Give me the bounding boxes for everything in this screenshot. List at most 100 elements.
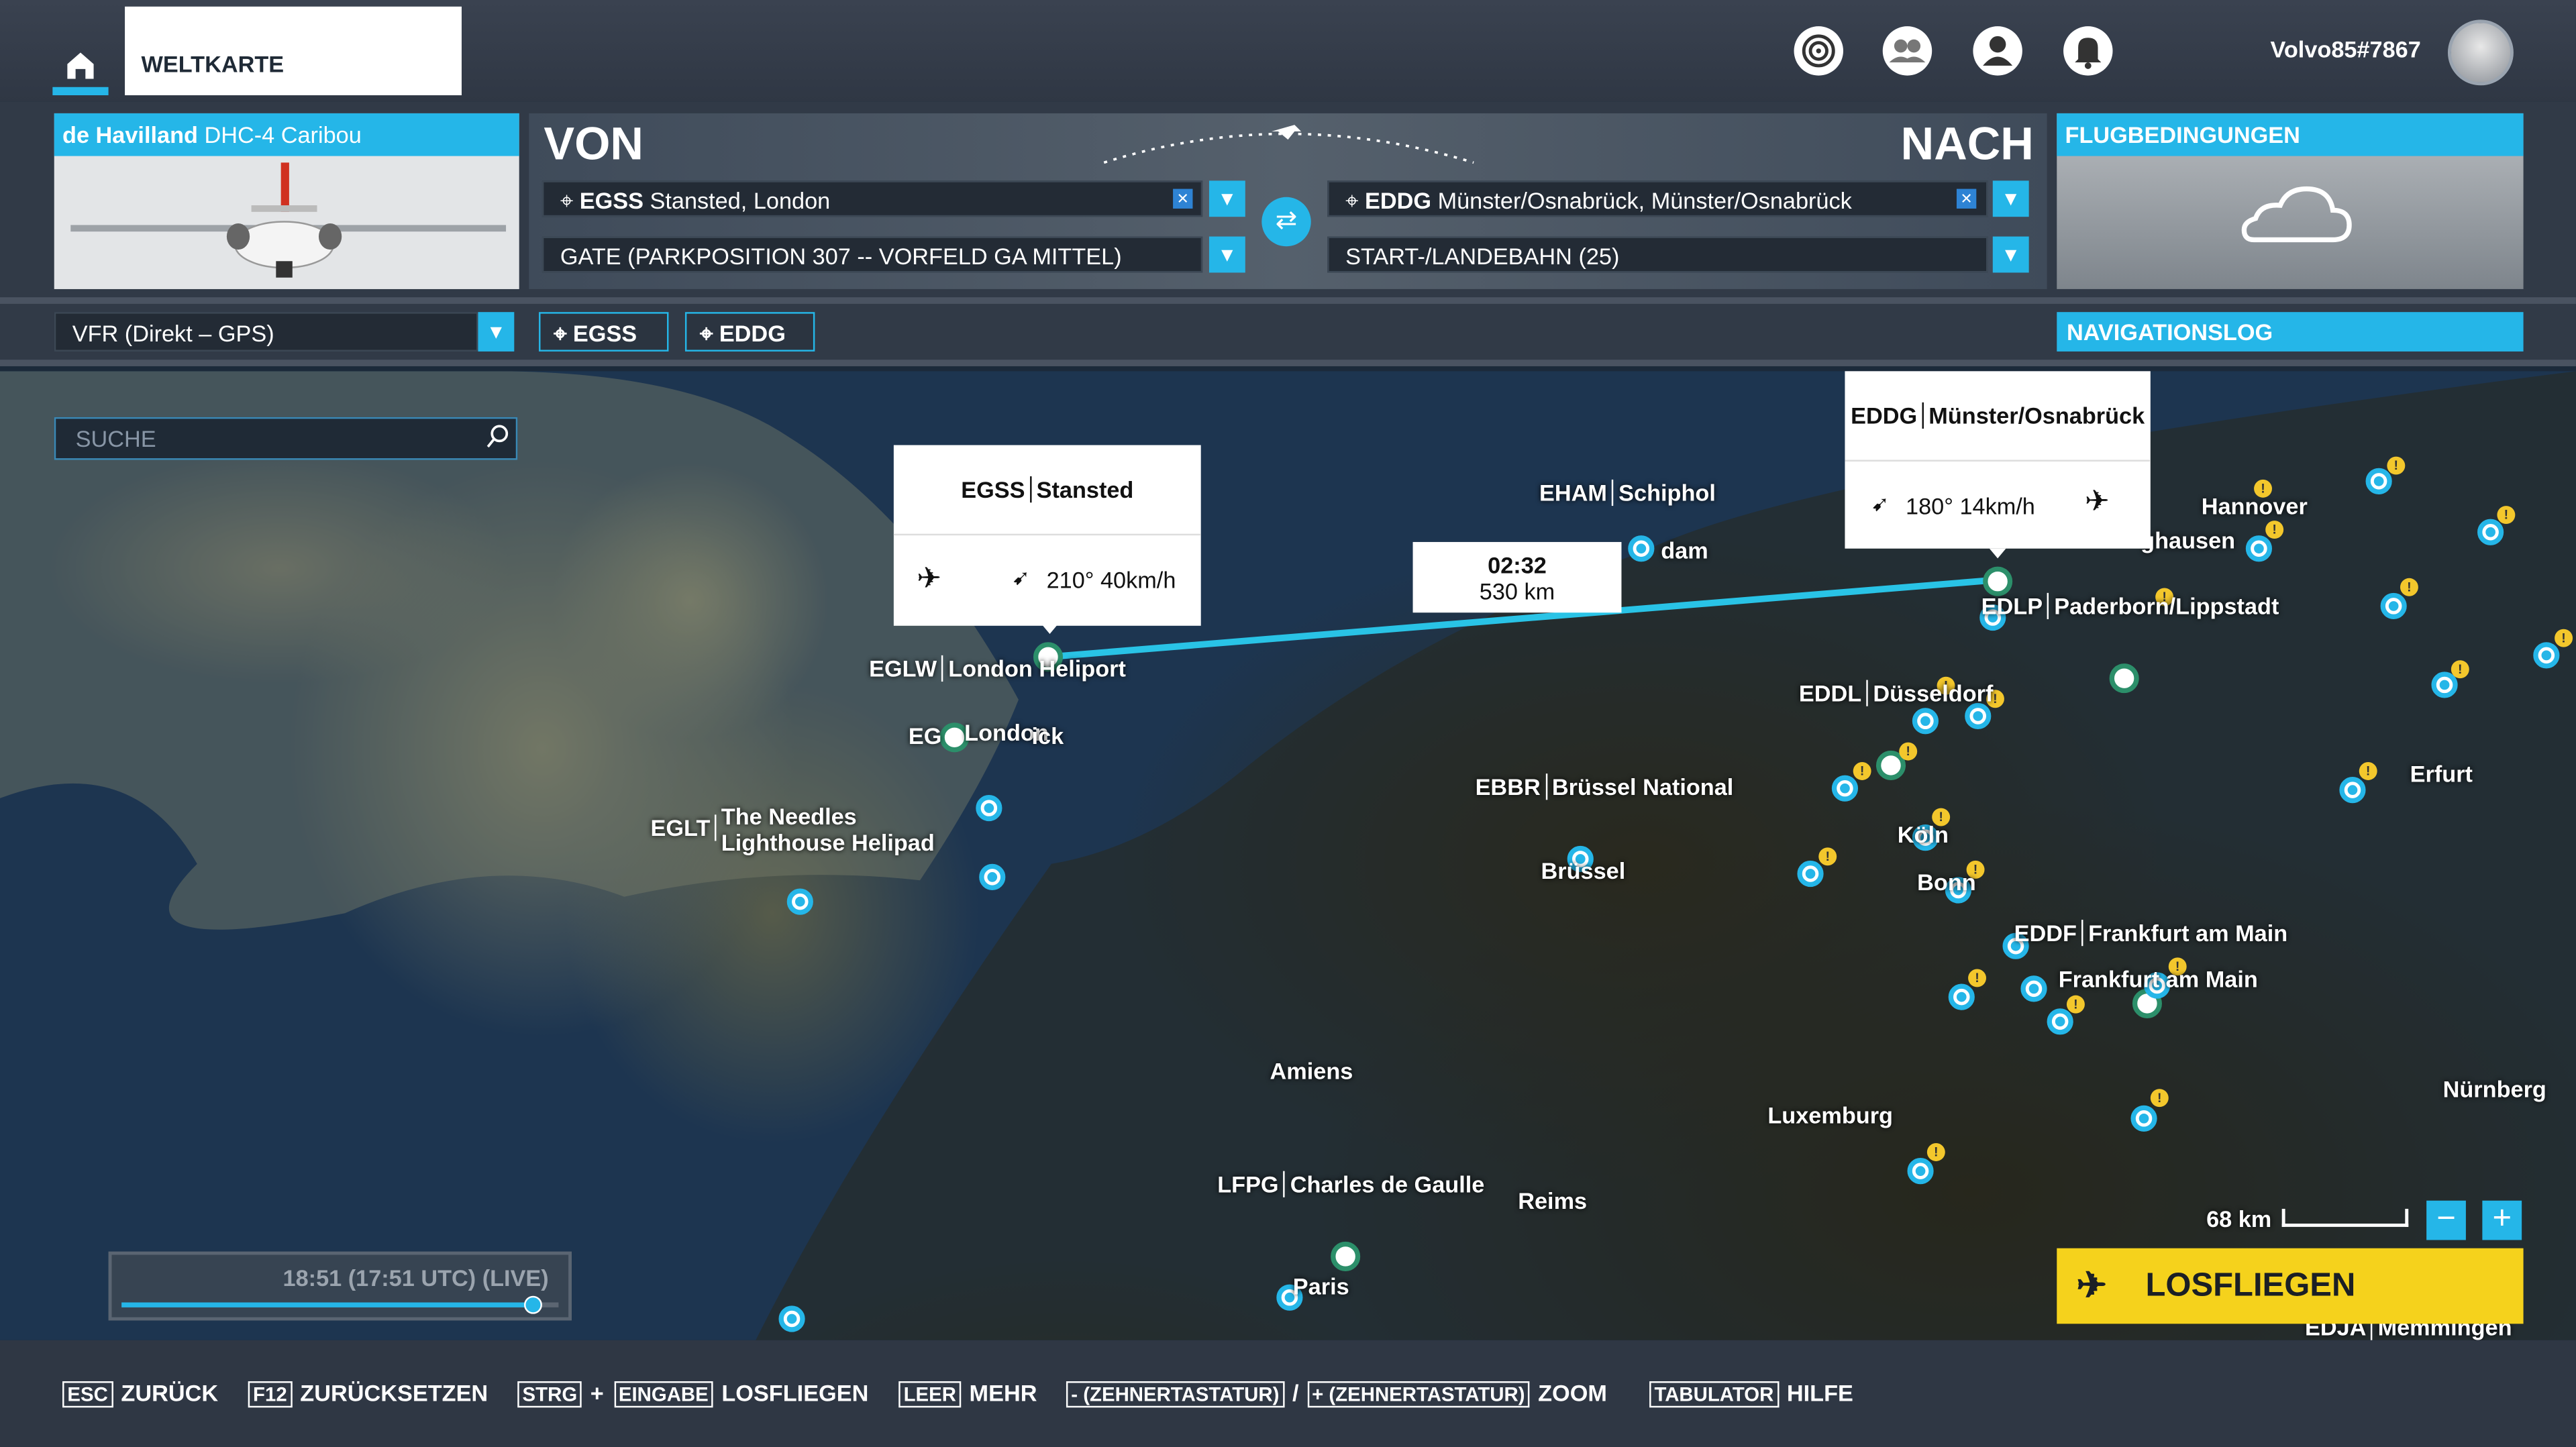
friends-icon[interactable] <box>1882 26 1933 76</box>
map-label-eham[interactable]: EHAM Schiphol <box>1539 479 1716 506</box>
runway-field[interactable]: START-/LANDEBAHN (25) <box>1327 236 1988 273</box>
world-map[interactable]: ! ! ! ! ! ! ! ! ! ! ! ! ! ! ! ! ! ! ! ! … <box>0 371 2576 1340</box>
weather-title: FLUGBEDINGUNGEN <box>2057 113 2524 156</box>
map-label-bonn[interactable]: Bonn <box>1917 869 1976 895</box>
map-label-koeln[interactable]: Köln <box>1898 821 1949 847</box>
avatar[interactable] <box>2447 19 2514 86</box>
map-pin[interactable] <box>1831 775 1859 802</box>
map-label-eddl[interactable]: EDDL Düsseldorf <box>1798 680 1993 706</box>
map-label-hannover[interactable]: Hannover <box>2202 492 2308 519</box>
time-panel[interactable]: 18:51 (17:51 UTC) (LIVE) <box>108 1251 572 1321</box>
map-label-lfpg[interactable]: LFPG Charles de Gaulle <box>1217 1171 1484 1197</box>
card-pointer <box>1041 624 1058 635</box>
arrival-airport-marker[interactable] <box>1983 566 2013 596</box>
search-input[interactable]: SUCHE <box>54 417 518 460</box>
warning-icon: ! <box>2387 456 2406 475</box>
hint-zoom[interactable]: - (ZEHNERTASTATUR) / + (ZEHNERTASTATUR) ZOO… <box>1066 1380 1607 1408</box>
arrival-airport-field[interactable]: ⌖ EDDG Münster/Osnabrück, Münster/Osnabr… <box>1327 180 1988 217</box>
map-label-hausen[interactable]: ghausen <box>2141 527 2235 553</box>
hint-back[interactable]: ESC ZURÜCK <box>62 1380 218 1408</box>
arrival-info-card[interactable]: EDDG Münster/Osnabrück ➹ 180° 14km/h ✈ <box>1845 371 2151 549</box>
map-label-eddf[interactable]: EDDF Frankfurt am Main <box>2014 920 2287 947</box>
key-tab: TABULATOR <box>1649 1381 1779 1408</box>
map-pin[interactable] <box>2130 1105 2157 1132</box>
fly-button[interactable]: ✈ LOSFLIEGEN <box>2057 1248 2524 1324</box>
map-label-paris[interactable]: Paris <box>1293 1273 1349 1299</box>
aircraft-model: DHC-4 Caribou <box>204 121 362 148</box>
map-label-gatwick[interactable]: ick <box>1032 722 1064 749</box>
gate-dropdown[interactable]: ▼ <box>1208 236 1245 273</box>
flightplan-type-dropdown[interactable]: ▼ <box>478 312 515 352</box>
map-pin[interactable] <box>1907 1158 1934 1185</box>
tab-world-map[interactable]: WELTKARTE <box>125 6 462 96</box>
navlog-button[interactable]: NAVIGATIONSLOG <box>2057 312 2524 352</box>
map-pin[interactable] <box>1797 860 1824 888</box>
hint-fly[interactable]: STRG + EINGABE LOSFLIEGEN <box>517 1380 868 1408</box>
map-pin[interactable] <box>979 863 1006 890</box>
map-label-frankfurt[interactable]: Frankfurt am Main <box>2059 966 2258 992</box>
map-label-eglw[interactable]: EGLW London Heliport <box>869 655 1126 682</box>
clear-arrival-button[interactable]: ✕ <box>1956 189 1977 209</box>
map-label-reims[interactable]: Reims <box>1518 1187 1587 1214</box>
map-label-bruessel[interactable]: Brüssel <box>1541 857 1626 883</box>
map-pin[interactable] <box>2380 592 2407 620</box>
divider <box>0 360 2576 366</box>
map-pin[interactable] <box>2020 975 2047 1002</box>
map-pin[interactable] <box>2339 777 2366 804</box>
leg-info-card[interactable]: 02:32 530 km <box>1412 541 1622 613</box>
airport-marker[interactable] <box>2109 663 2139 694</box>
time-slider-handle[interactable] <box>524 1295 543 1314</box>
time-slider-track[interactable] <box>121 1295 559 1314</box>
zoom-out-button[interactable]: − <box>2426 1200 2466 1240</box>
map-pin[interactable] <box>778 1305 805 1332</box>
target-icon[interactable] <box>1794 26 1843 76</box>
map-pin[interactable] <box>2533 642 2560 669</box>
map-label-luxemburg[interactable]: Luxemburg <box>1767 1102 1893 1128</box>
clear-departure-button[interactable]: ✕ <box>1173 189 1193 209</box>
map-label-nuernberg[interactable]: Nürnberg <box>2443 1076 2546 1102</box>
chip-arrival[interactable]: ⌖ EDDG <box>684 312 815 352</box>
map-pin[interactable] <box>786 888 813 915</box>
arrival-name: Münster/Osnabrück, Münster/Osnabrück <box>1437 187 1852 214</box>
leg-distance: 530 km <box>1479 578 1555 604</box>
warning-icon: ! <box>2265 521 2284 539</box>
swap-route-button[interactable]: ⇄ <box>1261 197 1311 247</box>
zoom-in-button[interactable]: + <box>2482 1200 2522 1240</box>
map-label-ebbr[interactable]: EBBR Brüssel National <box>1475 773 1733 800</box>
map-pin[interactable] <box>1965 702 1992 730</box>
map-label-eglt-code[interactable]: EGLT <box>650 814 722 841</box>
profile-icon[interactable] <box>1973 26 2022 76</box>
flightplan-type-select[interactable]: VFR (Direkt – GPS) <box>54 312 478 352</box>
departure-dropdown[interactable]: ▼ <box>1208 180 1245 217</box>
map-label-eg[interactable]: EG <box>909 722 942 749</box>
map-pin[interactable] <box>2365 468 2392 494</box>
gate-field[interactable]: GATE (PARKPOSITION 307 -- VORFELD GA MIT… <box>542 236 1203 273</box>
departure-card-name: Stansted <box>1036 476 1134 503</box>
username[interactable]: Volvo85#7867 <box>2271 36 2421 62</box>
search-icon[interactable] <box>484 424 511 458</box>
arrival-dropdown[interactable]: ▼ <box>1992 180 2029 217</box>
map-pin[interactable] <box>1628 535 1655 562</box>
map-pin[interactable] <box>1948 983 1975 1010</box>
departure-info-card[interactable]: EGSS Stansted ✈ ➹ 210° 40km/h <box>893 445 1201 626</box>
hint-more[interactable]: LEER MEHR <box>898 1380 1037 1408</box>
map-label-amsterdam[interactable]: dam <box>1661 537 1708 564</box>
hint-reset[interactable]: F12 ZURÜCKSETZEN <box>248 1380 488 1408</box>
chip-departure[interactable]: ⌖ EGSS <box>539 312 669 352</box>
label-name: Paderborn/Lippstadt <box>2054 592 2279 620</box>
map-pin[interactable] <box>2245 535 2272 562</box>
map-label-eglt[interactable]: The Needles Lighthouse Helipad <box>721 803 935 855</box>
hint-help[interactable]: TABULATOR HILFE <box>1649 1380 1853 1408</box>
map-pin[interactable] <box>976 794 1002 822</box>
airport-marker[interactable] <box>1331 1241 1361 1271</box>
map-pin[interactable] <box>2477 519 2504 545</box>
departure-airport-field[interactable]: ⌖ EGSS Stansted, London <box>542 180 1203 217</box>
map-label-amiens[interactable]: Amiens <box>1270 1058 1353 1084</box>
map-label-erfurt[interactable]: Erfurt <box>2410 761 2473 787</box>
map-label-edlp[interactable]: EDLP Paderborn/Lippstadt <box>1981 592 2279 620</box>
arrival-code: EDDG <box>1365 187 1432 214</box>
map-pin[interactable] <box>2047 1008 2073 1035</box>
runway-dropdown[interactable]: ▼ <box>1992 236 2029 273</box>
map-pin[interactable] <box>1912 708 1939 735</box>
notifications-icon[interactable] <box>2063 26 2113 76</box>
